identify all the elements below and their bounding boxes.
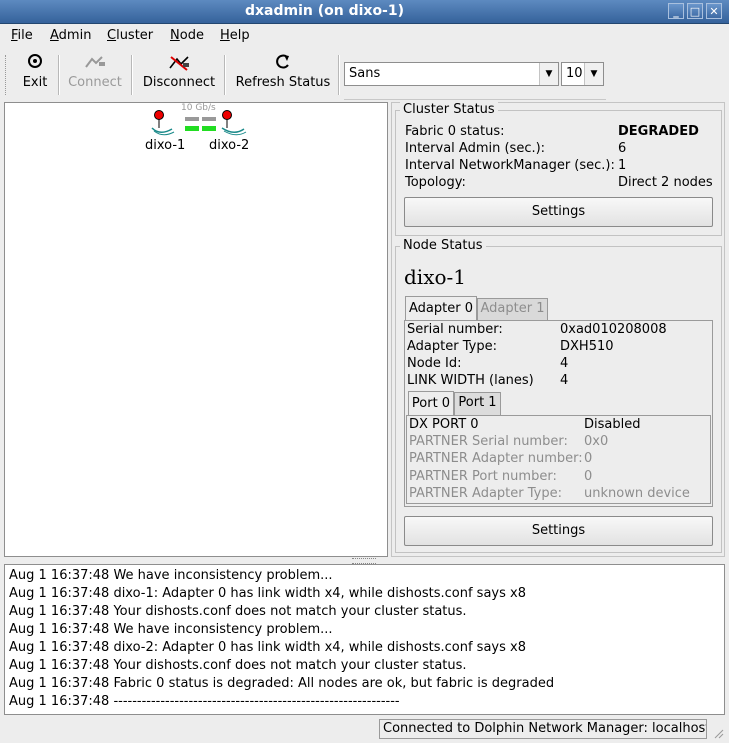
serial-number-label: Serial number: (407, 322, 503, 337)
log-line: Aug 1 16:37:48 We have inconsistency pro… (9, 622, 333, 637)
menu-bar: File Admin Cluster Node Help (0, 24, 729, 48)
status-bar-text: Connected to Dolphin Network Manager: lo… (379, 719, 707, 739)
menu-admin[interactable]: Admin (50, 28, 91, 43)
partner-serial-label: PARTNER Serial number: (409, 434, 568, 449)
chevron-down-icon: ▼ (584, 63, 603, 85)
node-id-value: 4 (560, 356, 569, 371)
toolbar-grip[interactable] (5, 55, 8, 95)
tab-adapter-0[interactable]: Adapter 0 (405, 296, 477, 321)
node-id-label: Node Id: (407, 356, 462, 371)
node-icon[interactable] (151, 110, 175, 136)
maximize-button[interactable]: □ (687, 3, 703, 19)
connect-icon (64, 53, 126, 75)
disconnect-icon (140, 53, 218, 75)
chevron-down-icon: ▼ (539, 63, 558, 85)
title-bar[interactable]: dxadmin (on dixo-1) _ □ ✕ (0, 0, 729, 24)
menu-cluster[interactable]: Cluster (107, 28, 153, 43)
partner-adapter-number-label: PARTNER Adapter number: (409, 451, 583, 466)
menu-file[interactable]: File (11, 28, 33, 43)
partner-adapter-type-label: PARTNER Adapter Type: (409, 486, 562, 501)
font-size-select[interactable]: 10 ▼ (561, 62, 604, 86)
node-label-dixo-1[interactable]: dixo-1 (145, 138, 185, 153)
close-button[interactable]: ✕ (706, 3, 722, 19)
fabric-status-label: Fabric 0 status: (405, 124, 505, 139)
exit-button[interactable]: Exit (14, 53, 56, 97)
refresh-icon (233, 53, 333, 75)
dx-port-value: Disabled (584, 417, 641, 432)
link-speed-label: 10 Gb/s (181, 103, 216, 113)
interval-nm-value: 1 (618, 158, 627, 173)
window-title: dxadmin (on dixo-1) (244, 3, 405, 19)
disconnect-button[interactable]: Disconnect (140, 53, 218, 97)
serial-number-value: 0xad010208008 (560, 322, 667, 337)
log-line: Aug 1 16:37:48 -------------------------… (9, 694, 400, 709)
log-line: Aug 1 16:37:48 Your dishosts.conf does n… (9, 658, 467, 673)
topology-view[interactable]: 10 Gb/s dixo-1 dixo-2 (4, 102, 388, 557)
adapter-type-value: DXH510 (560, 339, 614, 354)
dx-port-label: DX PORT 0 (409, 417, 479, 432)
interval-nm-label: Interval NetworkManager (sec.): (405, 158, 615, 173)
log-line: Aug 1 16:37:48 Your dishosts.conf does n… (9, 604, 467, 619)
topology-label: Topology: (405, 175, 466, 190)
node-icon[interactable] (221, 110, 247, 136)
resize-grip[interactable] (712, 727, 724, 739)
tab-adapter-1[interactable]: Adapter 1 (477, 298, 548, 320)
log-line: Aug 1 16:37:48 dixo-2: Adapter 0 has lin… (9, 640, 526, 655)
cluster-status-title: Cluster Status (400, 102, 498, 117)
link-width-value: 4 (560, 373, 569, 388)
tab-port-0[interactable]: Port 0 (408, 391, 454, 416)
topology-value: Direct 2 nodes (618, 175, 713, 190)
partner-serial-value: 0x0 (584, 434, 609, 449)
minimize-button[interactable]: _ (668, 3, 684, 19)
interval-admin-value: 6 (618, 141, 627, 156)
partner-port-number-label: PARTNER Port number: (409, 469, 557, 484)
partner-adapter-type-value: unknown device (584, 486, 690, 501)
partner-adapter-number-value: 0 (584, 451, 593, 466)
node-label-dixo-2[interactable]: dixo-2 (209, 138, 249, 153)
interval-admin-label: Interval Admin (sec.): (405, 141, 546, 156)
menu-help[interactable]: Help (220, 28, 250, 43)
log-line: Aug 1 16:37:48 We have inconsistency pro… (9, 568, 333, 583)
cluster-settings-button[interactable]: Settings (404, 197, 713, 227)
node-name-heading: dixo-1 (404, 265, 467, 289)
font-family-select[interactable]: Sans ▼ (344, 62, 559, 86)
log-line: Aug 1 16:37:48 dixo-1: Adapter 0 has lin… (9, 586, 526, 601)
partner-port-number-value: 0 (584, 469, 593, 484)
refresh-status-button[interactable]: Refresh Status (233, 53, 333, 97)
fabric-status-value: DEGRADED (618, 124, 699, 139)
tab-port-1[interactable]: Port 1 (454, 392, 501, 415)
adapter-type-label: Adapter Type: (407, 339, 497, 354)
node-status-title: Node Status (400, 238, 486, 253)
connect-button[interactable]: Connect (64, 53, 126, 97)
link-width-label: LINK WIDTH (lanes) (407, 373, 534, 388)
log-line: Aug 1 16:37:48 Fabric 0 status is degrad… (9, 676, 555, 691)
node-settings-button[interactable]: Settings (404, 516, 713, 546)
power-icon (14, 53, 56, 75)
log-view[interactable]: Aug 1 16:37:48 We have inconsistency pro… (4, 564, 725, 715)
menu-node[interactable]: Node (170, 28, 204, 43)
